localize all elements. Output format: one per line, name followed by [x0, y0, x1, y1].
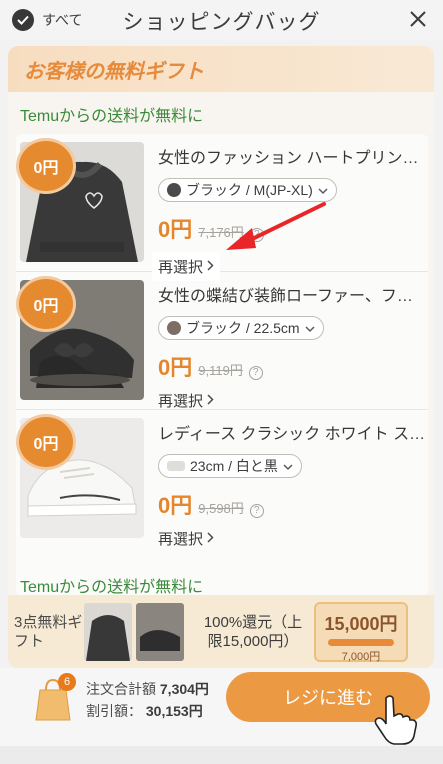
current-price: 0円	[158, 217, 193, 242]
total-label: 注文合計額	[86, 681, 156, 697]
discount-value: 30,153円	[145, 703, 203, 719]
color-swatch-icon	[167, 183, 181, 197]
free-price-badge: 0円	[16, 138, 76, 194]
gift-banner: お客様の無料ギフト	[8, 46, 434, 92]
variant-label: ブラック / 22.5cm	[186, 320, 300, 336]
chevron-right-icon	[207, 530, 214, 547]
header: すべて ショッピングバッグ	[0, 0, 443, 40]
color-swatch-icon	[167, 321, 181, 335]
variant-selector[interactable]: ブラック / M(JP-XL)	[158, 178, 337, 202]
chevron-down-icon	[318, 182, 328, 198]
coupon-card[interactable]: 15,000円 7,000円	[314, 601, 408, 663]
refund-label: 100%還元（上限15,000円）	[203, 613, 303, 650]
system-nav-bar	[0, 746, 443, 764]
coupon-progress-bar	[328, 638, 394, 646]
page-title: ショッピングバッグ	[122, 11, 321, 34]
color-swatch-icon	[167, 461, 185, 471]
product-title[interactable]: 女性のファッション ハートプリント ...	[158, 144, 426, 168]
product-title[interactable]: レディース クラシック ホワイト スニ...	[158, 420, 426, 444]
list-item: 0円 レディース クラシック ホワイト スニ... 23cm / 白と黒 0円 …	[16, 410, 428, 548]
close-icon[interactable]	[407, 8, 429, 30]
free-price-badge: 0円	[16, 276, 76, 332]
original-price: 9,598円	[198, 501, 244, 516]
current-price: 0円	[158, 355, 193, 380]
reselect-label: 再選択	[158, 393, 204, 410]
chevron-down-icon	[305, 320, 315, 336]
order-totals: 注文合計額 7,304円 割引額： 30,153円	[86, 678, 209, 722]
discount-label: 割引額：	[86, 703, 142, 719]
info-icon[interactable]: ?	[249, 503, 264, 518]
coupon-subtext: 7,000円	[341, 650, 381, 663]
cart-count-badge: 6	[58, 673, 76, 691]
variant-selector[interactable]: ブラック / 22.5cm	[158, 316, 324, 340]
product-title[interactable]: 女性の蝶結び装飾ローファー、ファッ...	[158, 282, 426, 306]
gift-thumbnail-hoodie	[84, 602, 132, 661]
original-price: 9,119円	[198, 363, 243, 378]
gift-banner-title: お客様の無料ギフト	[24, 60, 204, 83]
chevron-down-icon	[283, 458, 293, 474]
gift-count-label: 3点無料ギフト	[14, 613, 83, 650]
total-value: 7,304円	[159, 681, 209, 697]
current-price: 0円	[158, 493, 193, 518]
tap-hand-icon	[368, 692, 422, 746]
reselect-button[interactable]: 再選択	[158, 390, 214, 411]
free-price-badge: 0円	[16, 414, 76, 470]
coupon-amount: 15,000円	[324, 613, 398, 634]
free-shipping-note: Temuからの送料が無料に	[20, 108, 204, 125]
variant-label: 23cm / 白と黒	[190, 458, 278, 474]
chevron-right-icon	[207, 392, 214, 409]
gift-summary-bar[interactable]: 3点無料ギフト 100%還元（上限15,000円） 15,000円 7,000円	[8, 595, 434, 668]
reselect-label: 再選択	[158, 531, 204, 548]
free-gift-panel: お客様の無料ギフト Temuからの送料が無料に 0円 女性のファッション ハート…	[8, 46, 434, 668]
variant-selector[interactable]: 23cm / 白と黒	[158, 454, 302, 478]
gift-thumbnail-loafers	[136, 602, 184, 661]
annotation-arrow-icon	[226, 202, 326, 250]
variant-label: ブラック / M(JP-XL)	[186, 182, 313, 198]
list-item: 0円 女性の蝶結び装飾ローファー、ファッ... ブラック / 22.5cm 0円…	[16, 272, 428, 410]
info-icon[interactable]: ?	[248, 365, 263, 380]
reselect-button[interactable]: 再選択	[158, 528, 214, 549]
free-shipping-note-secondary: Temuからの送料が無料に	[20, 579, 204, 596]
